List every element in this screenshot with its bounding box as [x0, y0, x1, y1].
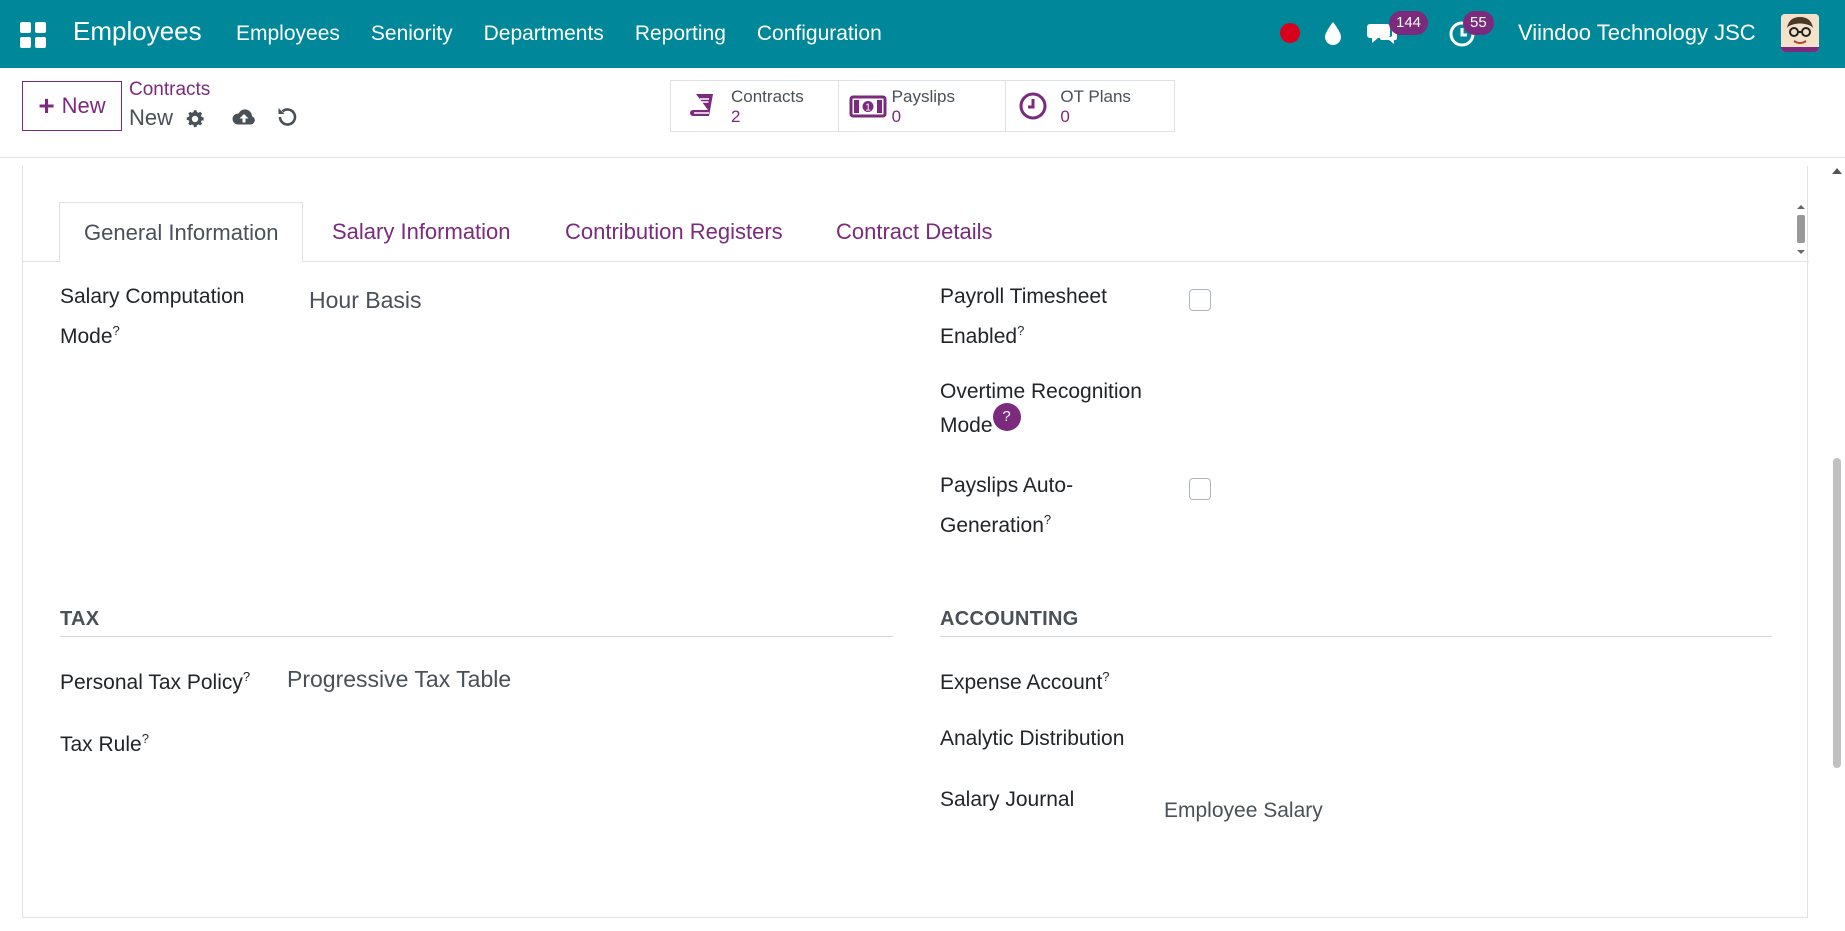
help-marker[interactable]: ?: [142, 731, 149, 746]
money-icon: 1: [849, 95, 887, 118]
help-marker[interactable]: ?: [1102, 669, 1109, 684]
payslips-auto-label-line2: Generation: [940, 514, 1044, 537]
menu-item-departments[interactable]: Departments: [484, 22, 604, 46]
payslips-auto-generation-checkbox[interactable]: [1189, 478, 1211, 500]
apps-grid-icon[interactable]: [20, 22, 46, 48]
company-switcher[interactable]: Viindoo Technology JSC: [1518, 20, 1756, 46]
contracts-smart-label: Contracts: [731, 87, 804, 106]
salary-mode-field[interactable]: Hour Basis: [309, 287, 421, 314]
tab-salary-information[interactable]: Salary Information: [332, 202, 511, 262]
svg-text:1: 1: [865, 103, 871, 114]
scrollbar-thumb[interactable]: [1833, 458, 1841, 768]
menu-item-seniority[interactable]: Seniority: [371, 22, 453, 46]
payroll-timesheet-label: Payroll Timesheet Enabled?: [940, 280, 1107, 354]
tax-rule-label: Tax Rule?: [60, 722, 149, 762]
main-menu: Employees Seniority Departments Reportin…: [236, 0, 913, 68]
salary-journal-label: Salary Journal: [940, 788, 1075, 811]
payroll-timesheet-label-line1: Payroll Timesheet: [940, 285, 1107, 308]
payslips-auto-generation-label: Payslips Auto- Generation?: [940, 469, 1073, 543]
accounting-section-divider: [940, 636, 1772, 637]
form-sheet: General Information Salary Information C…: [22, 166, 1809, 918]
salary-journal-field[interactable]: Employee Salary: [1164, 799, 1323, 823]
personal-tax-policy-label-text: Personal Tax Policy: [60, 671, 243, 694]
payroll-timesheet-label-line2: Enabled: [940, 325, 1018, 348]
tab-scrollbar[interactable]: [1793, 202, 1809, 262]
chat-count-badge: 144: [1389, 11, 1429, 35]
cloud-upload-icon[interactable]: [231, 106, 257, 130]
notebook-tabs: General Information Salary Information C…: [23, 202, 1809, 263]
salary-mode-label-line1: Salary Computation: [60, 285, 245, 308]
drop-icon[interactable]: [1321, 20, 1345, 46]
payslips-smart-label: Payslips: [891, 87, 955, 106]
payslips-smart-button[interactable]: 1 Payslips 0: [839, 81, 1007, 131]
discard-undo-icon[interactable]: [275, 105, 299, 129]
gear-icon[interactable]: [184, 108, 206, 130]
overtime-recognition-label-line2: Mode: [940, 414, 993, 437]
book-icon: [690, 94, 713, 116]
recording-dot-icon[interactable]: [1280, 23, 1300, 43]
personal-tax-policy-label: Personal Tax Policy?: [60, 660, 250, 700]
tax-section-divider: [60, 636, 893, 637]
analytic-distribution-label: Analytic Distribution: [940, 727, 1125, 750]
plus-icon: +: [38, 90, 55, 121]
tab-contract-details[interactable]: Contract Details: [836, 202, 993, 262]
salary-mode-label: Salary Computation Mode?: [60, 280, 244, 354]
accounting-section-title: ACCOUNTING: [940, 608, 1079, 630]
breadcrumb-parent[interactable]: Contracts: [129, 79, 210, 101]
help-marker[interactable]: ?: [1017, 323, 1024, 338]
avatar[interactable]: [1781, 14, 1819, 52]
payslips-auto-label-line1: Payslips Auto-: [940, 474, 1074, 497]
help-marker[interactable]: ?: [113, 323, 120, 338]
breadcrumb-current: New: [129, 105, 174, 130]
main-navbar: Employees Employees Seniority Department…: [0, 0, 1845, 68]
tab-general-information[interactable]: General Information: [59, 202, 304, 263]
expense-account-label-text: Expense Account: [940, 671, 1103, 694]
new-button-label: New: [61, 93, 106, 118]
new-button[interactable]: + New: [22, 81, 122, 131]
activity-count-badge: 55: [1463, 11, 1494, 35]
ot-plans-smart-value: 0: [1060, 107, 1070, 126]
help-marker[interactable]: ?: [243, 669, 250, 684]
menu-item-reporting[interactable]: Reporting: [635, 22, 726, 46]
control-panel: + New Contracts New Contracts 2 1 Paysli…: [0, 68, 1845, 158]
tax-section-title: TAX: [60, 608, 100, 630]
payslips-smart-value: 0: [891, 107, 902, 126]
tax-rule-label-text: Tax Rule: [60, 733, 142, 756]
smart-buttons: Contracts 2 1 Payslips 0 OT Plans 0: [670, 80, 1175, 132]
app-title[interactable]: Employees: [73, 16, 202, 47]
help-marker[interactable]: ?: [1044, 512, 1051, 527]
page-scrollbar[interactable]: [1828, 158, 1845, 931]
payroll-timesheet-checkbox[interactable]: [1189, 289, 1211, 311]
expense-account-label: Expense Account?: [940, 660, 1110, 700]
form-view: General Information Salary Information C…: [0, 158, 1845, 931]
salary-mode-label-line2: Mode: [60, 325, 113, 348]
overtime-recognition-label: Overtime Recognition Mode?: [940, 375, 1142, 443]
ot-plans-smart-button[interactable]: OT Plans 0: [1006, 81, 1174, 131]
ot-plans-smart-label: OT Plans: [1060, 87, 1131, 106]
contracts-smart-value: 2: [731, 107, 741, 126]
tab-contribution-registers[interactable]: Contribution Registers: [565, 202, 783, 262]
menu-item-employees[interactable]: Employees: [236, 22, 340, 46]
contracts-smart-button[interactable]: Contracts 2: [671, 81, 839, 131]
scroll-up-arrow-icon[interactable]: [1832, 168, 1842, 174]
menu-item-configuration[interactable]: Configuration: [757, 22, 882, 46]
personal-tax-policy-field[interactable]: Progressive Tax Table: [287, 666, 511, 693]
help-tooltip-icon[interactable]: ?: [992, 403, 1021, 431]
overtime-recognition-label-line1: Overtime Recognition: [940, 380, 1142, 403]
clock-icon: [1019, 92, 1047, 120]
